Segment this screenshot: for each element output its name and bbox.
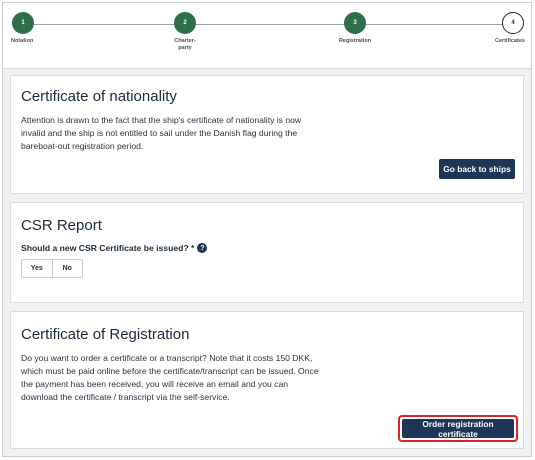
step-registration[interactable]: 3 Registration <box>315 12 395 45</box>
nationality-title: Certificate of nationality <box>21 88 177 105</box>
csr-panel: CSR Report Should a new CSR Certificate … <box>10 202 524 303</box>
help-icon[interactable]: ? <box>197 243 208 253</box>
step-charterparty[interactable]: 2 Charter- party <box>145 12 225 52</box>
csr-question: Should a new CSR Certificate be issued? … <box>21 243 513 253</box>
step-3-label: Registration <box>338 38 372 44</box>
go-back-to-ships-button[interactable]: Go back to ships <box>439 159 515 179</box>
no-button[interactable]: No <box>51 260 83 277</box>
step-1-circle: 1 <box>12 12 34 34</box>
order-button-highlight: Order registration certificate <box>398 415 518 442</box>
step-2-label: Charter- party <box>174 38 196 51</box>
nationality-panel: Certificate of nationality Attention is … <box>10 75 524 194</box>
csr-title: CSR Report <box>21 217 102 234</box>
step-notation[interactable]: 1 Notation <box>3 12 63 45</box>
progress-stepper: 1 Notation 2 Charter- party 3 Registrati… <box>3 3 531 69</box>
nationality-text: Attention is drawn to the fact that the … <box>21 115 302 151</box>
step-4-circle: 4 <box>502 12 524 34</box>
yes-button[interactable]: Yes <box>22 260 52 277</box>
stepper-line <box>23 24 511 25</box>
step-certificates[interactable]: 4 Certificates <box>473 12 531 45</box>
app-frame: 1 Notation 2 Charter- party 3 Registrati… <box>2 2 532 457</box>
registration-text: Do you want to order a certificate or a … <box>21 353 319 402</box>
registration-title: Certificate of Registration <box>21 326 190 343</box>
step-4-label: Certificates <box>495 38 525 44</box>
order-registration-certificate-button[interactable]: Order registration certificate <box>402 419 514 439</box>
step-2-circle: 2 <box>174 12 196 34</box>
csr-question-text: Should a new CSR Certificate be issued? … <box>21 243 195 253</box>
step-3-circle: 3 <box>344 12 366 34</box>
registration-panel: Certificate of Registration Do you want … <box>10 311 524 449</box>
csr-yes-no-toggle: Yes No <box>21 259 83 278</box>
step-1-label: Notation <box>11 38 34 44</box>
